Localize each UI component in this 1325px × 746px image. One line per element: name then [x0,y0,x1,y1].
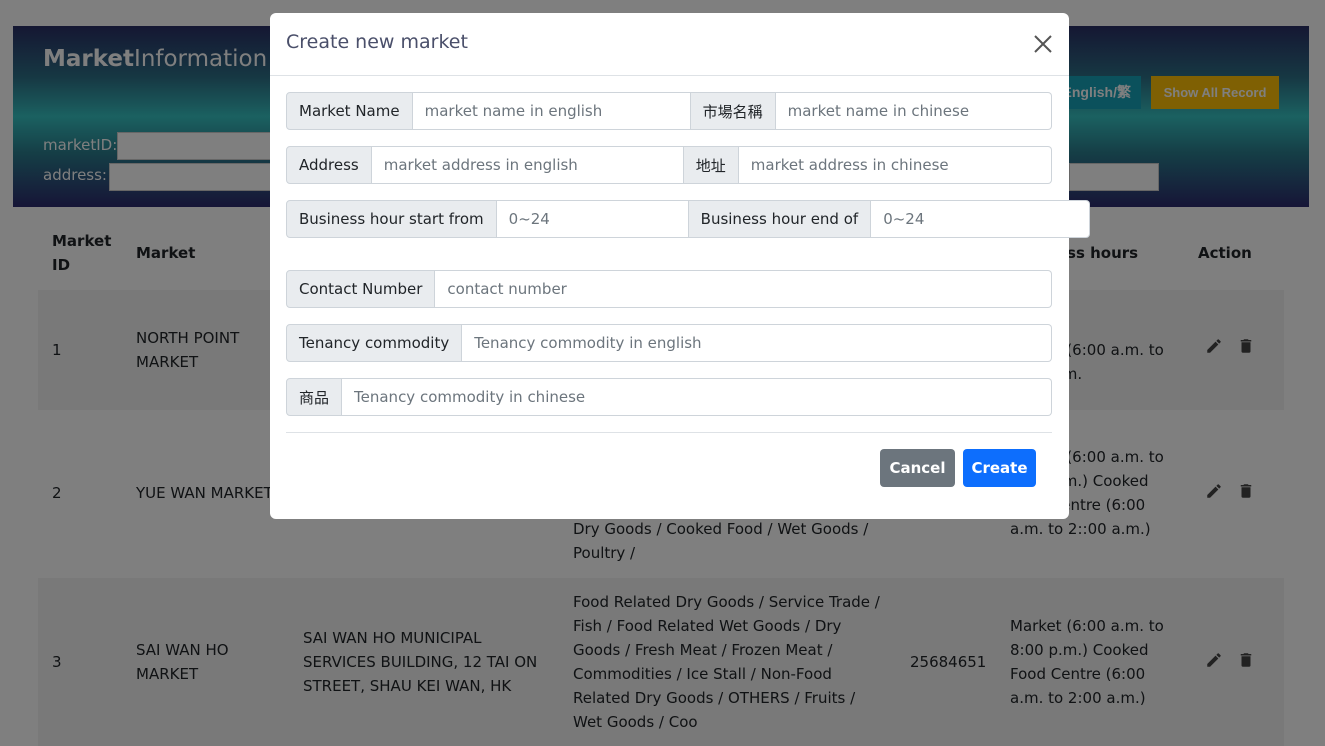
address-input[interactable] [371,146,684,184]
modal-title: Create new market [286,31,468,53]
cancel-button[interactable]: Cancel [880,449,955,487]
market-name-cn-input[interactable] [775,92,1052,130]
hour-end-input[interactable] [871,200,1091,238]
tenancy-input[interactable] [462,324,1052,362]
create-button[interactable]: Create [963,449,1036,487]
tenancy-label: Tenancy commodity [286,324,463,362]
market-name-cn-label: 市場名稱 [690,92,776,130]
tenancy-group: Tenancy commodity [286,324,1052,362]
tenancy-cn-group: 商品 [286,378,1052,416]
tenancy-cn-label: 商品 [286,378,343,416]
contact-label: Contact Number [286,270,436,308]
modal-header: Create new market [270,13,1069,76]
create-market-modal: Create new market Market Name 市場名稱 Addre… [270,13,1091,519]
market-name-group: Market Name 市場名稱 [286,92,1052,130]
close-icon[interactable] [1032,33,1054,55]
business-hours-group: Business hour start from Business hour e… [286,200,1091,238]
market-name-input[interactable] [412,92,691,130]
contact-group: Contact Number [286,270,1052,308]
hour-start-input[interactable] [496,200,689,238]
hour-end-label: Business hour end of [688,200,872,238]
contact-input[interactable] [435,270,1052,308]
address-cn-label: 地址 [683,146,739,184]
address-label: Address [286,146,372,184]
hour-start-label: Business hour start from [286,200,497,238]
market-name-label: Market Name [286,92,413,130]
tenancy-cn-input[interactable] [342,378,1052,416]
address-group: Address 地址 [286,146,1052,184]
modal-divider [286,432,1052,433]
address-cn-input[interactable] [738,146,1052,184]
